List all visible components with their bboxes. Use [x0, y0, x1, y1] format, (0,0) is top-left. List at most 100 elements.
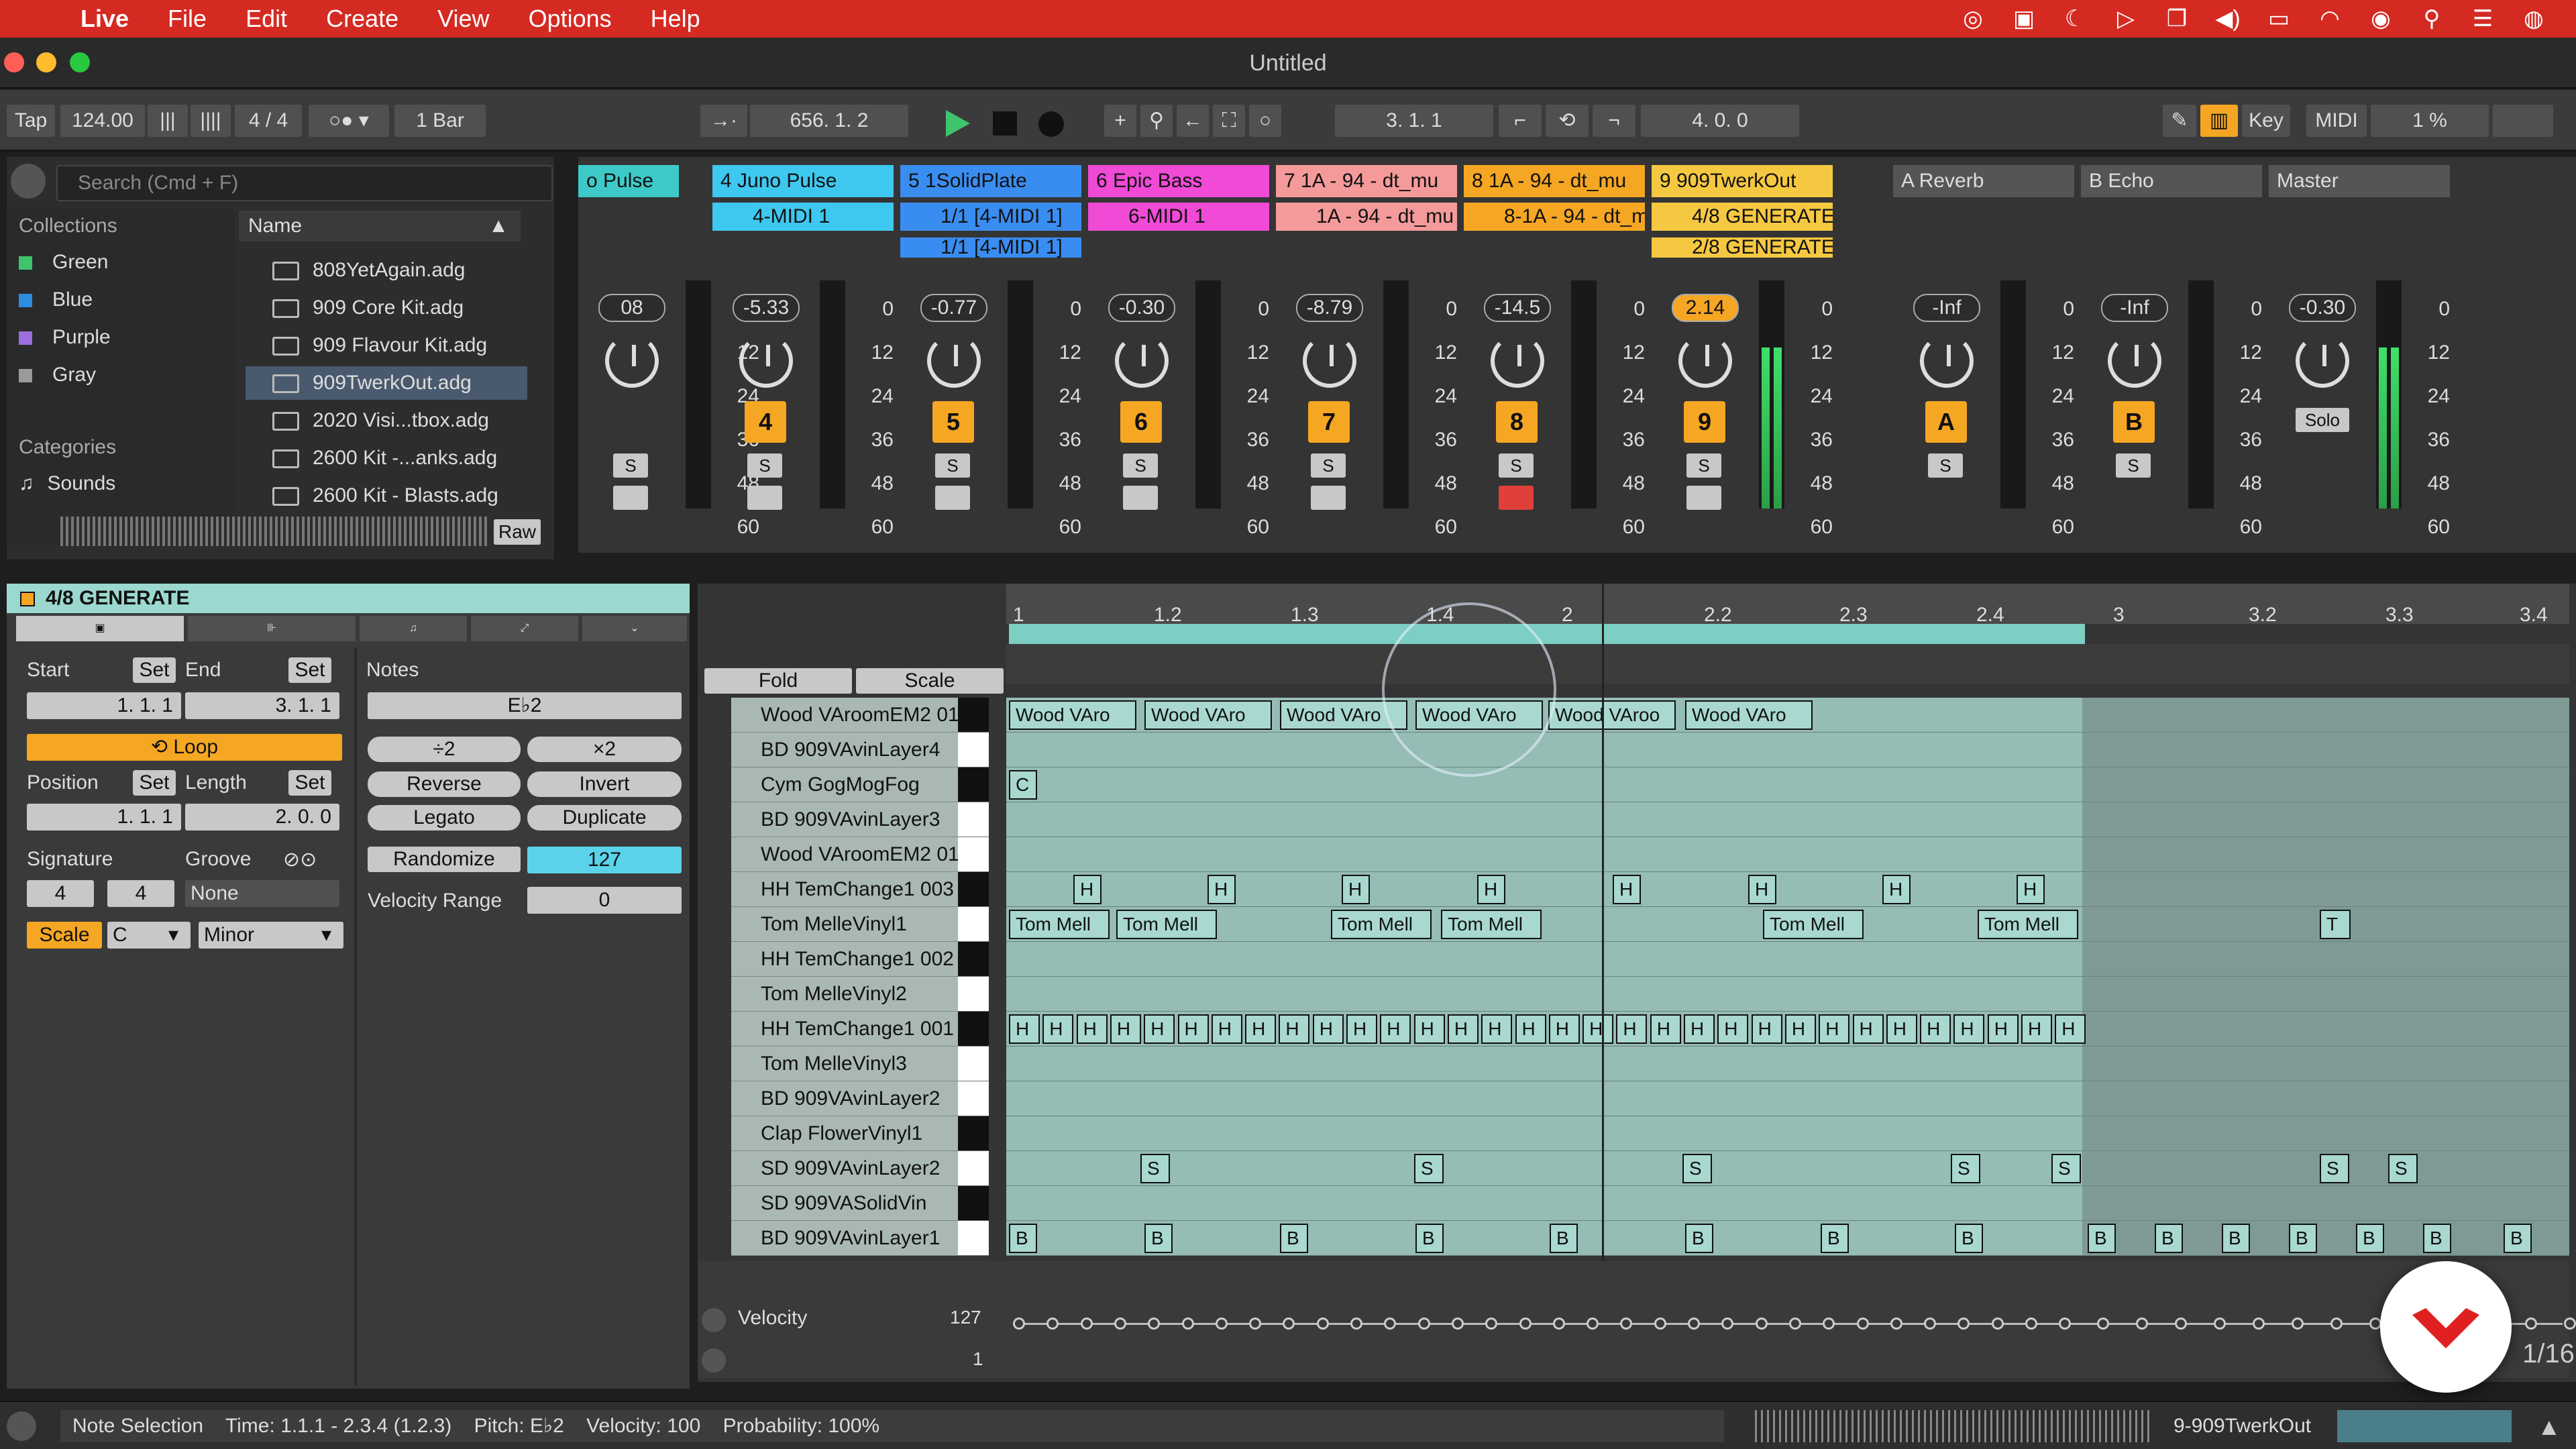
midi-note[interactable]: S [1140, 1154, 1170, 1183]
scale-toggle[interactable]: Scale [27, 922, 102, 949]
pan-knob[interactable] [927, 334, 981, 388]
track-activator[interactable]: 9 [1684, 401, 1725, 443]
midi-note[interactable]: H [1717, 1014, 1749, 1044]
velocity-marker[interactable] [1013, 1318, 1025, 1330]
search-icon[interactable]: ⚲ [2416, 5, 2447, 32]
velocity-marker[interactable] [1181, 1318, 1194, 1330]
double-button[interactable]: ×2 [527, 737, 682, 762]
drum-lane-name[interactable]: Tom MelleVinyl1 [731, 907, 986, 942]
clip-slot[interactable]: 4/8 GENERATE [1652, 203, 1833, 231]
piano-key[interactable] [958, 977, 989, 1012]
midi-note[interactable]: Wood VAro [1144, 700, 1272, 730]
midi-note[interactable]: H [1684, 1014, 1715, 1044]
clip-slot[interactable]: 4-MIDI 1 [712, 203, 894, 231]
velocity-marker[interactable] [1417, 1318, 1430, 1330]
midi-note[interactable]: H [1819, 1014, 1850, 1044]
end-field[interactable]: 3. 1. 1 [185, 692, 339, 719]
track-header[interactable]: o Pulse [578, 165, 679, 197]
play-lane-icon[interactable] [702, 1348, 726, 1373]
velocity-marker[interactable] [2253, 1318, 2265, 1330]
punch-out-icon[interactable]: ¬ [1593, 105, 1635, 137]
arm-button[interactable] [1499, 486, 1534, 510]
menu-view[interactable]: View [437, 5, 489, 33]
midi-note[interactable]: H [1515, 1014, 1546, 1044]
file-item[interactable]: 2600 Kit - Blasts.adg [246, 479, 527, 513]
clip-tab-transform[interactable]: ⤢ [471, 616, 578, 641]
sort-icon[interactable]: ▲ [488, 211, 508, 241]
velocity-marker[interactable] [2214, 1318, 2226, 1330]
track-activator[interactable]: 7 [1308, 401, 1350, 443]
piano-key[interactable] [958, 698, 989, 733]
midi-note[interactable]: S [1951, 1154, 1980, 1183]
clip-slot[interactable]: 2/8 GENERATE [1652, 237, 1833, 258]
midi-note[interactable]: B [2155, 1224, 2183, 1253]
collection-blue[interactable]: Blue [19, 288, 93, 311]
drum-lane-name[interactable]: SD 909VAvinLayer2 [731, 1151, 986, 1186]
midi-note[interactable]: B [2423, 1224, 2451, 1253]
clip-color-icon[interactable] [20, 592, 35, 606]
midi-note[interactable]: Wood VAro [1685, 700, 1813, 730]
midi-note[interactable]: B [2222, 1224, 2250, 1253]
clip-tab-main[interactable]: ▣ [16, 616, 184, 641]
midi-note[interactable]: B [2504, 1224, 2532, 1253]
play-icon[interactable] [946, 110, 970, 137]
velocity-marker[interactable] [2330, 1318, 2343, 1330]
signature-numerator[interactable]: 4 [27, 880, 94, 907]
midi-note[interactable]: H [1613, 875, 1641, 904]
pan-knob[interactable] [2108, 334, 2161, 388]
volume-field[interactable]: -8.79 [1296, 294, 1363, 322]
solo-button[interactable]: S [1123, 453, 1158, 478]
track-header[interactable]: 9 909TwerkOut [1652, 165, 1833, 197]
arm-button[interactable] [1686, 486, 1721, 510]
keyboard-icon[interactable]: ▥ [2200, 105, 2238, 137]
arrangement-position[interactable]: 656. 1. 2 [750, 105, 908, 137]
timeline-ruler[interactable]: 1 1.2 1.3 1.4 2 2.2 2.3 2.4 3 3.2 3.3 3.4 [1006, 584, 2569, 626]
midi-note[interactable]: Tom Mell [1331, 910, 1432, 939]
velocity-marker[interactable] [1519, 1318, 1532, 1330]
pan-knob[interactable] [1491, 334, 1544, 388]
midi-note[interactable]: S [1682, 1154, 1712, 1183]
midi-note[interactable]: C [1009, 770, 1037, 800]
midi-note[interactable]: H [1245, 1014, 1277, 1044]
halve-button[interactable]: ÷2 [368, 737, 521, 762]
status-toggle-icon[interactable] [7, 1411, 36, 1441]
pan-knob[interactable] [739, 334, 793, 388]
midi-note[interactable]: H [1177, 1014, 1209, 1044]
drum-lane-name[interactable]: Wood VAroomEM2 013 [731, 837, 986, 872]
master-header[interactable]: Master [2269, 165, 2450, 197]
volume-icon[interactable]: ◀) [2212, 5, 2243, 32]
signature-denominator[interactable]: 4 [107, 880, 174, 907]
midi-note[interactable]: H [1076, 1014, 1108, 1044]
volume-field[interactable]: -Inf [1913, 294, 1980, 322]
menu-help[interactable]: Help [651, 5, 700, 33]
piano-key[interactable] [958, 907, 989, 942]
midi-note[interactable]: H [1211, 1014, 1242, 1044]
return-activator[interactable]: A [1925, 401, 1967, 443]
solo-button[interactable]: S [1686, 453, 1721, 478]
drum-lane-name[interactable]: Tom MelleVinyl2 [731, 977, 986, 1012]
pan-knob[interactable] [2296, 334, 2349, 388]
legato-button[interactable]: Legato [368, 805, 521, 830]
volume-field[interactable]: 08 [598, 294, 665, 322]
reverse-button[interactable]: Reverse [368, 771, 521, 797]
piano-key[interactable] [958, 872, 989, 907]
file-item-selected[interactable]: 909TwerkOut.adg [246, 366, 527, 400]
track-header[interactable]: 7 1A - 94 - dt_mu [1276, 165, 1457, 197]
drum-lane-name[interactable]: Tom MelleVinyl3 [731, 1046, 986, 1081]
piano-key[interactable] [958, 1116, 989, 1151]
midi-note[interactable]: B [1685, 1224, 1713, 1253]
file-item[interactable]: 2020 Visi...tbox.adg [246, 404, 527, 437]
groove-hot-swap-icon[interactable]: ⊘⊙ [283, 848, 317, 871]
invert-button[interactable]: Invert [527, 771, 682, 797]
velocity-marker[interactable] [1991, 1318, 2004, 1330]
return-activator[interactable]: B [2113, 401, 2155, 443]
midi-note[interactable]: H [1582, 1014, 1614, 1044]
drum-lane-name[interactable]: SD 909VASolidVin [731, 1186, 986, 1221]
midi-note[interactable]: H [1346, 1014, 1377, 1044]
loop-button[interactable]: ⟲ Loop [27, 734, 342, 761]
midi-note[interactable]: H [1312, 1014, 1344, 1044]
clip-title-bar[interactable]: 4/8 GENERATE [7, 584, 690, 613]
stop-icon[interactable] [993, 111, 1017, 136]
return-header[interactable]: A Reverb [1893, 165, 2074, 197]
return-header[interactable]: B Echo [2081, 165, 2262, 197]
